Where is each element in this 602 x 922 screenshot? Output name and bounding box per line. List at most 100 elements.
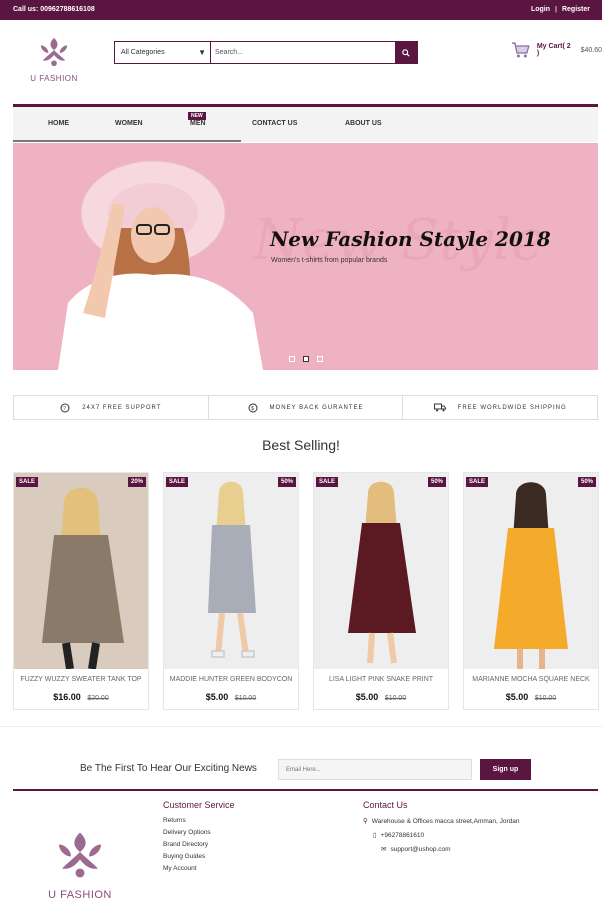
- nav-item-home[interactable]: HOME: [48, 120, 69, 127]
- product-card[interactable]: SALE 50% LISA LIGHT PINK SNAKE PRINT $5.…: [313, 472, 449, 710]
- footer: U FASHION Customer Service Returns Deliv…: [13, 789, 598, 922]
- product-old-price: $10.00: [384, 695, 407, 702]
- hero-subtitle: Women's t-shirts from popular brands: [271, 257, 388, 264]
- discount-badge: 50%: [577, 477, 596, 487]
- logo-emblem-icon: [59, 832, 101, 878]
- product-title[interactable]: MADDIE HUNTER GREEN BODYCON: [164, 676, 298, 683]
- product-prices: $5.00 $10.00: [164, 692, 298, 702]
- product-prices: $5.00 $10.00: [464, 692, 598, 702]
- product-price: $5.00: [505, 692, 529, 702]
- nav-active-indicator: [13, 140, 241, 142]
- feature-money-back: $ MONEY BACK GURANTEE: [207, 396, 403, 419]
- nav-item-men[interactable]: MEN: [190, 120, 206, 127]
- footer-logo[interactable]: U FASHION: [41, 826, 119, 901]
- mini-cart[interactable]: My Cart( 2 ) $40.60: [511, 41, 602, 59]
- contact-address: ⚲ Warehouse & Offices macca street,Amman,…: [363, 817, 520, 825]
- section-divider: [0, 726, 602, 727]
- feature-shipping: FREE WORLDWIDE SHIPPING: [402, 396, 597, 419]
- category-select[interactable]: All Categories ▼: [115, 42, 211, 63]
- customer-service-column: Customer Service Returns Delivery Option…: [163, 800, 235, 877]
- product-prices: $5.00 $10.00: [314, 692, 448, 702]
- product-image[interactable]: [14, 473, 148, 669]
- discount-badge: 20%: [127, 477, 146, 487]
- product-title[interactable]: MARIANNE MOCHA SQUARE NECK: [464, 676, 598, 683]
- chevron-down-icon: ▼: [198, 48, 206, 57]
- discount-badge: 50%: [277, 477, 296, 487]
- support-icon: ?: [60, 403, 70, 412]
- product-old-price: $20.00: [87, 695, 109, 702]
- slider-dots: [289, 356, 323, 362]
- address-text: Warehouse & Offices macca street,Amman, …: [371, 818, 520, 825]
- search-button[interactable]: [395, 42, 417, 63]
- sale-badge: SALE: [16, 477, 39, 487]
- slider-dot[interactable]: [317, 356, 323, 362]
- feature-support: ? 24X7 FREE SUPPORT: [14, 396, 208, 419]
- product-photo: [348, 481, 416, 664]
- product-prices: $16.00 $20.00: [14, 692, 148, 702]
- product-title[interactable]: FUZZY WUZZY SWEATER TANK TOP: [14, 676, 148, 683]
- category-selected-value: All Categories: [121, 49, 165, 56]
- auth-links: Login | Register: [531, 6, 590, 13]
- nav-item-women[interactable]: WOMEN: [115, 120, 143, 127]
- product-image[interactable]: [164, 473, 298, 669]
- contact-title: Contact Us: [363, 800, 408, 810]
- product-photo: [494, 482, 568, 669]
- envelope-icon: ✉: [381, 846, 387, 853]
- contact-column: Contact Us ⚲ Warehouse & Offices macca st…: [363, 800, 520, 859]
- product-title[interactable]: LISA LIGHT PINK SNAKE PRINT: [314, 676, 448, 683]
- phone-text: +96278861610: [380, 832, 425, 839]
- sale-badge: SALE: [166, 477, 189, 487]
- product-card[interactable]: SALE 50% MARIANNE MOCHA SQUARE NECK $5.0…: [463, 472, 599, 710]
- slider-dot[interactable]: [289, 356, 295, 362]
- auth-separator: |: [555, 6, 557, 13]
- call-us-text: Call us: 00962788616108: [13, 6, 95, 13]
- shopping-cart-icon: [511, 42, 530, 58]
- product-grid: SALE 20% FUZZY WUZZY SWEATER TANK TOP $1…: [13, 472, 599, 710]
- product-price: $5.00: [205, 692, 229, 702]
- discount-badge: 50%: [427, 477, 446, 487]
- product-card[interactable]: SALE 20% FUZZY WUZZY SWEATER TANK TOP $1…: [13, 472, 149, 710]
- contact-phone: ▯ +96278861610: [363, 831, 520, 839]
- footer-link-my-account[interactable]: My Account: [163, 865, 235, 872]
- product-image[interactable]: [464, 473, 598, 669]
- hero-model-image: [58, 160, 263, 370]
- site-logo[interactable]: U FASHION: [30, 36, 78, 86]
- slider-dot-active[interactable]: [303, 356, 309, 362]
- footer-link-returns[interactable]: Returns: [163, 817, 235, 824]
- product-card[interactable]: SALE 50% MADDIE HUNTER GREEN BODYCON $5.…: [163, 472, 299, 710]
- hero-slider[interactable]: New Style New Fashion Stayle 2018 Women'…: [13, 143, 598, 370]
- truck-icon: [433, 403, 446, 412]
- email-text: support@ushop.com: [390, 846, 451, 853]
- signup-button[interactable]: Sign up: [480, 759, 531, 780]
- footer-link-delivery[interactable]: Delivery Options: [163, 829, 235, 836]
- footer-logo-text: U FASHION: [48, 889, 112, 901]
- feature-label: 24X7 FREE SUPPORT: [82, 404, 162, 411]
- email-field[interactable]: Email Here...: [278, 759, 472, 780]
- product-price: $16.00: [53, 692, 81, 702]
- product-image[interactable]: [314, 473, 448, 669]
- customer-service-title: Customer Service: [163, 800, 235, 810]
- login-link[interactable]: Login: [531, 6, 550, 13]
- feature-label: FREE WORLDWIDE SHIPPING: [457, 404, 567, 411]
- register-link[interactable]: Register: [562, 6, 590, 13]
- newsletter-signup: Be The First To Hear Our Exciting News E…: [0, 758, 602, 782]
- features-bar: ? 24X7 FREE SUPPORT $ MONEY BACK GURANTE…: [13, 395, 598, 420]
- feature-label: MONEY BACK GURANTEE: [269, 404, 364, 411]
- money-icon: $: [248, 403, 258, 412]
- map-pin-icon: ⚲: [363, 818, 368, 825]
- main-navigation: HOME WOMEN NEW MEN CONTACT US ABOUT US: [13, 104, 598, 142]
- nav-item-about-us[interactable]: ABOUT US: [345, 120, 382, 127]
- search-input[interactable]: Search...: [211, 42, 395, 63]
- nav-item-contact-us[interactable]: CONTACT US: [252, 120, 297, 127]
- contact-email[interactable]: ✉ support@ushop.com: [363, 845, 520, 853]
- logo-text: U FASHION: [30, 74, 78, 83]
- product-photo: [42, 488, 124, 669]
- sale-badge: SALE: [466, 477, 489, 487]
- product-old-price: $10.00: [234, 695, 257, 702]
- top-bar: Call us: 00962788616108 Login | Register: [0, 0, 602, 20]
- footer-link-brand-directory[interactable]: Brand Directory: [163, 841, 235, 848]
- svg-text:?: ?: [63, 406, 67, 412]
- newsletter-text: Be The First To Hear Our Exciting News: [80, 763, 257, 774]
- footer-link-buying-guides[interactable]: Buying Guides: [163, 853, 235, 860]
- logo-emblem-icon: [40, 37, 68, 67]
